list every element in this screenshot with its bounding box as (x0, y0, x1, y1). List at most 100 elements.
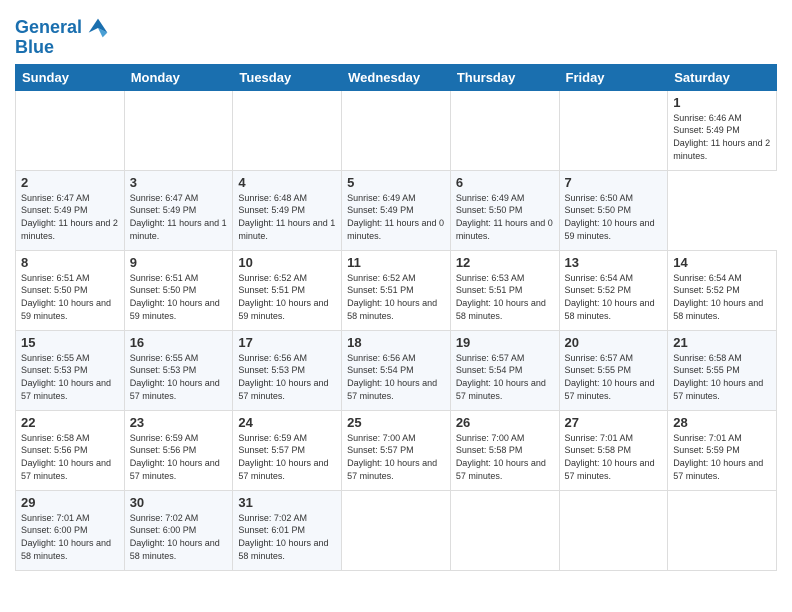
day-cell: 9 Sunrise: 6:51 AM Sunset: 5:50 PM Dayli… (124, 250, 233, 330)
day-cell (16, 90, 125, 170)
day-number: 1 (673, 95, 771, 110)
page-container: General Blue SundayMondayTuesdayWednesda… (0, 0, 792, 581)
day-number: 12 (456, 255, 554, 270)
day-number: 29 (21, 495, 119, 510)
day-cell: 31 Sunrise: 7:02 AM Sunset: 6:01 PM Dayl… (233, 490, 342, 570)
day-cell: 15 Sunrise: 6:55 AM Sunset: 5:53 PM Dayl… (16, 330, 125, 410)
day-info: Sunrise: 7:01 AM Sunset: 6:00 PM Dayligh… (21, 512, 119, 562)
day-number: 5 (347, 175, 445, 190)
day-cell (559, 90, 668, 170)
day-cell: 4 Sunrise: 6:48 AM Sunset: 5:49 PM Dayli… (233, 170, 342, 250)
day-cell: 17 Sunrise: 6:56 AM Sunset: 5:53 PM Dayl… (233, 330, 342, 410)
day-cell: 5 Sunrise: 6:49 AM Sunset: 5:49 PM Dayli… (342, 170, 451, 250)
day-number: 20 (565, 335, 663, 350)
day-cell: 16 Sunrise: 6:55 AM Sunset: 5:53 PM Dayl… (124, 330, 233, 410)
day-info: Sunrise: 6:55 AM Sunset: 5:53 PM Dayligh… (130, 352, 228, 402)
day-info: Sunrise: 6:48 AM Sunset: 5:49 PM Dayligh… (238, 192, 336, 242)
day-cell: 21 Sunrise: 6:58 AM Sunset: 5:55 PM Dayl… (668, 330, 777, 410)
day-info: Sunrise: 6:53 AM Sunset: 5:51 PM Dayligh… (456, 272, 554, 322)
day-info: Sunrise: 6:49 AM Sunset: 5:49 PM Dayligh… (347, 192, 445, 242)
day-number: 15 (21, 335, 119, 350)
day-cell: 22 Sunrise: 6:58 AM Sunset: 5:56 PM Dayl… (16, 410, 125, 490)
day-header-wednesday: Wednesday (342, 64, 451, 90)
day-cell: 18 Sunrise: 6:56 AM Sunset: 5:54 PM Dayl… (342, 330, 451, 410)
day-number: 7 (565, 175, 663, 190)
day-cell: 25 Sunrise: 7:00 AM Sunset: 5:57 PM Dayl… (342, 410, 451, 490)
week-row-3: 15 Sunrise: 6:55 AM Sunset: 5:53 PM Dayl… (16, 330, 777, 410)
day-number: 28 (673, 415, 771, 430)
header: General Blue (15, 10, 777, 58)
day-info: Sunrise: 6:57 AM Sunset: 5:55 PM Dayligh… (565, 352, 663, 402)
day-number: 14 (673, 255, 771, 270)
day-cell: 11 Sunrise: 6:52 AM Sunset: 5:51 PM Dayl… (342, 250, 451, 330)
day-info: Sunrise: 6:51 AM Sunset: 5:50 PM Dayligh… (130, 272, 228, 322)
day-header-saturday: Saturday (668, 64, 777, 90)
day-number: 25 (347, 415, 445, 430)
day-info: Sunrise: 6:56 AM Sunset: 5:53 PM Dayligh… (238, 352, 336, 402)
day-number: 27 (565, 415, 663, 430)
week-row-2: 8 Sunrise: 6:51 AM Sunset: 5:50 PM Dayli… (16, 250, 777, 330)
day-number: 16 (130, 335, 228, 350)
day-info: Sunrise: 6:49 AM Sunset: 5:50 PM Dayligh… (456, 192, 554, 242)
day-info: Sunrise: 6:58 AM Sunset: 5:55 PM Dayligh… (673, 352, 771, 402)
day-cell: 29 Sunrise: 7:01 AM Sunset: 6:00 PM Dayl… (16, 490, 125, 570)
day-cell: 30 Sunrise: 7:02 AM Sunset: 6:00 PM Dayl… (124, 490, 233, 570)
day-number: 13 (565, 255, 663, 270)
day-cell (450, 490, 559, 570)
week-row-1: 2 Sunrise: 6:47 AM Sunset: 5:49 PM Dayli… (16, 170, 777, 250)
day-number: 11 (347, 255, 445, 270)
day-info: Sunrise: 6:56 AM Sunset: 5:54 PM Dayligh… (347, 352, 445, 402)
day-number: 2 (21, 175, 119, 190)
day-number: 30 (130, 495, 228, 510)
day-cell (668, 490, 777, 570)
logo: General Blue (15, 14, 112, 58)
day-header-monday: Monday (124, 64, 233, 90)
day-info: Sunrise: 6:59 AM Sunset: 5:56 PM Dayligh… (130, 432, 228, 482)
week-row-4: 22 Sunrise: 6:58 AM Sunset: 5:56 PM Dayl… (16, 410, 777, 490)
day-cell: 7 Sunrise: 6:50 AM Sunset: 5:50 PM Dayli… (559, 170, 668, 250)
day-number: 26 (456, 415, 554, 430)
day-number: 4 (238, 175, 336, 190)
day-info: Sunrise: 6:55 AM Sunset: 5:53 PM Dayligh… (21, 352, 119, 402)
day-number: 6 (456, 175, 554, 190)
day-number: 21 (673, 335, 771, 350)
day-cell: 23 Sunrise: 6:59 AM Sunset: 5:56 PM Dayl… (124, 410, 233, 490)
day-number: 19 (456, 335, 554, 350)
day-info: Sunrise: 7:00 AM Sunset: 5:58 PM Dayligh… (456, 432, 554, 482)
day-number: 24 (238, 415, 336, 430)
day-cell: 12 Sunrise: 6:53 AM Sunset: 5:51 PM Dayl… (450, 250, 559, 330)
day-number: 18 (347, 335, 445, 350)
calendar-table: SundayMondayTuesdayWednesdayThursdayFrid… (15, 64, 777, 571)
day-cell: 27 Sunrise: 7:01 AM Sunset: 5:58 PM Dayl… (559, 410, 668, 490)
day-info: Sunrise: 7:02 AM Sunset: 6:01 PM Dayligh… (238, 512, 336, 562)
day-cell (342, 490, 451, 570)
logo-text: General (15, 18, 82, 38)
day-cell: 28 Sunrise: 7:01 AM Sunset: 5:59 PM Dayl… (668, 410, 777, 490)
day-info: Sunrise: 6:47 AM Sunset: 5:49 PM Dayligh… (130, 192, 228, 242)
day-cell: 10 Sunrise: 6:52 AM Sunset: 5:51 PM Dayl… (233, 250, 342, 330)
day-cell (124, 90, 233, 170)
day-number: 10 (238, 255, 336, 270)
day-info: Sunrise: 6:59 AM Sunset: 5:57 PM Dayligh… (238, 432, 336, 482)
day-number: 17 (238, 335, 336, 350)
day-number: 3 (130, 175, 228, 190)
day-info: Sunrise: 6:51 AM Sunset: 5:50 PM Dayligh… (21, 272, 119, 322)
week-row-5: 29 Sunrise: 7:01 AM Sunset: 6:00 PM Dayl… (16, 490, 777, 570)
day-cell (342, 90, 451, 170)
day-cell: 20 Sunrise: 6:57 AM Sunset: 5:55 PM Dayl… (559, 330, 668, 410)
day-number: 23 (130, 415, 228, 430)
day-header-sunday: Sunday (16, 64, 125, 90)
day-cell: 19 Sunrise: 6:57 AM Sunset: 5:54 PM Dayl… (450, 330, 559, 410)
day-cell: 3 Sunrise: 6:47 AM Sunset: 5:49 PM Dayli… (124, 170, 233, 250)
day-number: 9 (130, 255, 228, 270)
day-cell (559, 490, 668, 570)
day-info: Sunrise: 6:57 AM Sunset: 5:54 PM Dayligh… (456, 352, 554, 402)
day-info: Sunrise: 7:00 AM Sunset: 5:57 PM Dayligh… (347, 432, 445, 482)
day-info: Sunrise: 7:02 AM Sunset: 6:00 PM Dayligh… (130, 512, 228, 562)
day-info: Sunrise: 7:01 AM Sunset: 5:58 PM Dayligh… (565, 432, 663, 482)
day-info: Sunrise: 6:54 AM Sunset: 5:52 PM Dayligh… (673, 272, 771, 322)
day-info: Sunrise: 6:46 AM Sunset: 5:49 PM Dayligh… (673, 112, 771, 162)
day-header-tuesday: Tuesday (233, 64, 342, 90)
day-cell: 1 Sunrise: 6:46 AM Sunset: 5:49 PM Dayli… (668, 90, 777, 170)
day-info: Sunrise: 6:54 AM Sunset: 5:52 PM Dayligh… (565, 272, 663, 322)
